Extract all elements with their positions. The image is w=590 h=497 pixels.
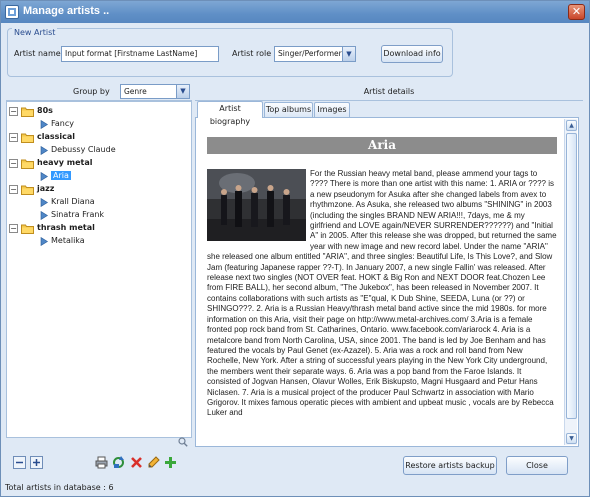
close-window-button[interactable]: ✕ (568, 4, 585, 20)
artist-arrow-icon (40, 146, 48, 155)
window-title: Manage artists .. (23, 5, 110, 17)
tree-genre-label: classical (37, 132, 76, 141)
artist-name-input[interactable]: Input format [Firstname LastName] (61, 46, 219, 62)
collapse-toggle-icon[interactable]: − (9, 159, 18, 168)
artist-tree[interactable]: − 80s Fancy − classical Debussy Claude − heavy … (6, 101, 192, 447)
status-bar-text: Total artists in database : 6 (5, 483, 114, 492)
group-by-value: Genre (124, 87, 147, 96)
collapse-all-icon[interactable] (13, 456, 26, 469)
tab-top-albums[interactable]: Top albums (264, 102, 313, 117)
biography-text-area[interactable]: For the Russian heavy metal band, please… (207, 169, 557, 447)
artist-arrow-icon (40, 172, 48, 181)
scrollbar-thumb[interactable] (566, 133, 577, 419)
artist-role-value: Singer/Performer (278, 49, 342, 58)
edit-icon[interactable] (147, 456, 160, 469)
manage-artists-window: Manage artists .. ✕ New Artist Artist na… (0, 0, 590, 497)
folder-icon (21, 224, 34, 234)
group-by-select[interactable]: Genre ▼ (120, 84, 190, 99)
restore-artists-backup-button[interactable]: Restore artists backup (403, 456, 497, 475)
group-by-label: Group by (73, 87, 110, 96)
tree-genre-label: heavy metal (37, 158, 93, 167)
tree-artist-label: Sinatra Frank (51, 210, 105, 219)
tab-images[interactable]: Images (314, 102, 350, 117)
app-icon (5, 5, 19, 19)
biography-panel: Aria For the Russian heavy metal band, p… (195, 117, 579, 447)
artist-arrow-icon (40, 237, 48, 246)
artist-arrow-icon (40, 198, 48, 207)
tree-genre-label: thrash metal (37, 223, 95, 232)
collapse-toggle-icon[interactable]: − (9, 185, 18, 194)
print-icon[interactable] (95, 456, 108, 469)
tree-artist-label: Fancy (51, 119, 74, 128)
collapse-toggle-icon[interactable]: − (9, 224, 18, 233)
tree-genre-label: jazz (37, 184, 55, 193)
scroll-up-icon[interactable]: ▲ (566, 120, 577, 131)
folder-icon (21, 133, 34, 143)
artist-role-label: Artist role (232, 49, 272, 58)
artist-details-pane: Artist biography Top albums Images Aria (195, 101, 583, 448)
chevron-down-icon[interactable]: ▼ (176, 85, 189, 98)
tree-artist-label: Debussy Claude (51, 145, 116, 154)
new-artist-group: New Artist Artist name Input format [Fir… (7, 28, 453, 77)
artist-arrow-icon (40, 120, 48, 129)
close-button[interactable]: Close (506, 456, 568, 475)
scroll-down-icon[interactable]: ▼ (566, 433, 577, 444)
expand-all-icon[interactable] (30, 456, 43, 469)
folder-icon (21, 159, 34, 169)
artist-details-title: Artist details (363, 87, 415, 96)
group-by-header: Group by Genre ▼ (6, 84, 192, 101)
artist-role-select[interactable]: Singer/Performer ▼ (274, 46, 356, 62)
folder-icon (21, 185, 34, 195)
tree-artist-label: Metalika (51, 236, 85, 245)
chevron-down-icon[interactable]: ▼ (342, 47, 355, 61)
tree-artist-label: Krall Diana (51, 197, 95, 206)
folder-icon (21, 107, 34, 117)
download-info-button[interactable]: Download info (381, 45, 443, 63)
title-bar[interactable]: Manage artists .. ✕ (1, 1, 589, 23)
refresh-icon[interactable] (112, 456, 125, 469)
tree-genre-label: 80s (37, 106, 53, 115)
search-icon[interactable] (178, 437, 188, 447)
collapse-toggle-icon[interactable]: − (9, 107, 18, 116)
artist-photo (207, 169, 308, 243)
tab-artist-biography[interactable]: Artist biography (197, 101, 263, 126)
artist-arrow-icon (40, 211, 48, 220)
artist-name-heading: Aria (207, 137, 557, 154)
biography-scrollbar[interactable]: ▲ ▼ (564, 119, 577, 445)
artist-name-label: Artist name (14, 49, 61, 58)
add-icon[interactable] (164, 456, 177, 469)
collapse-toggle-icon[interactable]: − (9, 133, 18, 142)
artist-details-header: Artist details (195, 84, 583, 101)
new-artist-legend: New Artist (12, 28, 58, 37)
delete-icon[interactable] (130, 456, 143, 469)
tree-artist-label: Aria (51, 171, 71, 180)
